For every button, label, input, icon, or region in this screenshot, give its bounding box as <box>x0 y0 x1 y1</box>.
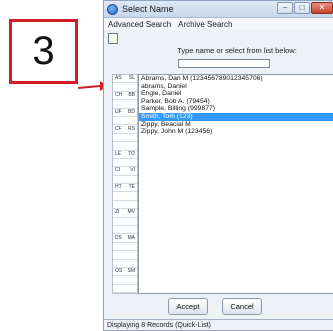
search-prompt: Type name or select from list below: <box>177 46 297 55</box>
minimize-button[interactable]: – <box>277 2 293 14</box>
alpha-index-row[interactable]: CI VI <box>113 167 137 176</box>
alpha-index-row[interactable] <box>113 142 137 151</box>
document-icon[interactable] <box>108 33 118 44</box>
screenshot-stage: 3 Select Name – □ ✕ Advanced Search Arch… <box>0 0 333 331</box>
alpha-index-label: BD <box>128 108 135 115</box>
menu-advanced-search[interactable]: Advanced Search <box>108 20 171 29</box>
accept-button[interactable]: Accept <box>168 298 208 315</box>
alpha-index-label: SM <box>127 268 136 275</box>
alpha-index-label: LE <box>115 150 122 157</box>
alpha-index-row[interactable] <box>113 218 137 227</box>
alpha-index-row[interactable] <box>113 100 137 109</box>
alpha-index-row[interactable] <box>113 176 137 185</box>
alpha-index-row[interactable]: HT TE <box>113 184 137 193</box>
alpha-index-label: AS <box>115 75 122 82</box>
alpha-index-label: CF <box>115 125 122 132</box>
name-list[interactable]: Abrams, Dan M (123456789012345706) abrams… <box>138 74 333 294</box>
alpha-index-label: TO <box>128 150 135 157</box>
alpha-index-label: OS <box>115 268 123 275</box>
search-input[interactable] <box>178 59 270 68</box>
list-item[interactable]: Smith, Tom (123) <box>139 112 333 121</box>
alpha-index-row[interactable]: CF RS <box>113 125 137 134</box>
alpha-index-row[interactable]: CH BB <box>113 91 137 101</box>
alpha-index-row[interactable]: AS SL <box>113 75 137 84</box>
list-item[interactable]: Zippy, John M (123456) <box>139 128 333 136</box>
app-globe-icon <box>107 3 118 15</box>
alpha-index-label: DS <box>115 234 122 241</box>
alpha-index-row[interactable] <box>113 243 137 252</box>
list-item[interactable]: Parker, Bob A. (79454) <box>139 98 333 106</box>
title-bar[interactable]: Select Name – □ ✕ <box>104 1 333 18</box>
alpha-index-row[interactable] <box>113 260 137 268</box>
alpha-index-label: CH <box>115 91 123 98</box>
alpha-index-row[interactable]: DS MA <box>113 234 137 243</box>
step-callout-box: 3 <box>9 19 78 84</box>
alpha-index-label: BB <box>128 91 135 98</box>
alpha-index-row[interactable] <box>113 251 137 260</box>
alpha-index-label: UF <box>115 108 122 115</box>
alpha-index-row[interactable] <box>113 226 137 235</box>
close-button[interactable]: ✕ <box>311 2 333 14</box>
alpha-index-label: VI <box>130 167 135 174</box>
cancel-button[interactable]: Cancel <box>222 298 262 315</box>
alpha-index-label: RS <box>128 125 135 132</box>
alpha-index-label: SL <box>128 75 135 82</box>
window-title: Select Name <box>122 4 174 14</box>
alpha-index-row[interactable] <box>113 201 137 210</box>
status-bar: Displaying 8 Records (Quick-List) <box>104 319 333 330</box>
alpha-index-row[interactable]: OS SM <box>113 268 137 277</box>
list-item[interactable]: abrams, Daniel <box>139 83 333 91</box>
alpha-index-row[interactable] <box>113 276 137 285</box>
maximize-button[interactable]: □ <box>294 2 310 14</box>
list-item[interactable]: Sample, Billing (999877) <box>139 105 333 113</box>
list-item[interactable]: Engle, Daniel <box>139 90 333 98</box>
step-number: 3 <box>32 29 55 73</box>
select-name-window: Select Name – □ ✕ Advanced Search Archiv… <box>103 0 333 331</box>
alpha-index-row[interactable]: ZI MV <box>113 209 137 218</box>
menu-bar: Advanced Search Archive Search <box>104 18 333 30</box>
alpha-index-row[interactable]: UF BD <box>113 109 137 117</box>
window-controls: – □ ✕ <box>277 2 333 14</box>
alpha-index-label: CI <box>115 167 120 174</box>
list-item[interactable]: Zippy, Beacial M <box>139 121 333 129</box>
alphabet-index: AS SL CH BB UF BD CF RS LE TO CI VI HT TE ZI MV DS MA OS SM <box>112 74 138 294</box>
alpha-index-row[interactable] <box>113 134 137 143</box>
alpha-index-label: MV <box>127 209 136 216</box>
menu-archive-search[interactable]: Archive Search <box>178 20 232 29</box>
alpha-index-row[interactable] <box>113 117 137 126</box>
alpha-index-row[interactable] <box>113 159 137 168</box>
alpha-index-label: ZI <box>115 209 120 216</box>
alpha-index-label: TE <box>128 184 135 191</box>
list-item[interactable]: Abrams, Dan M (123456789012345706) <box>139 75 333 83</box>
alpha-index-label: MA <box>127 234 136 241</box>
alpha-index-row[interactable] <box>113 285 137 294</box>
alpha-index-row[interactable] <box>113 192 137 201</box>
alpha-index-row[interactable] <box>113 83 137 92</box>
alpha-index-row[interactable]: LE TO <box>113 151 137 159</box>
alpha-index-label: HT <box>115 184 122 191</box>
